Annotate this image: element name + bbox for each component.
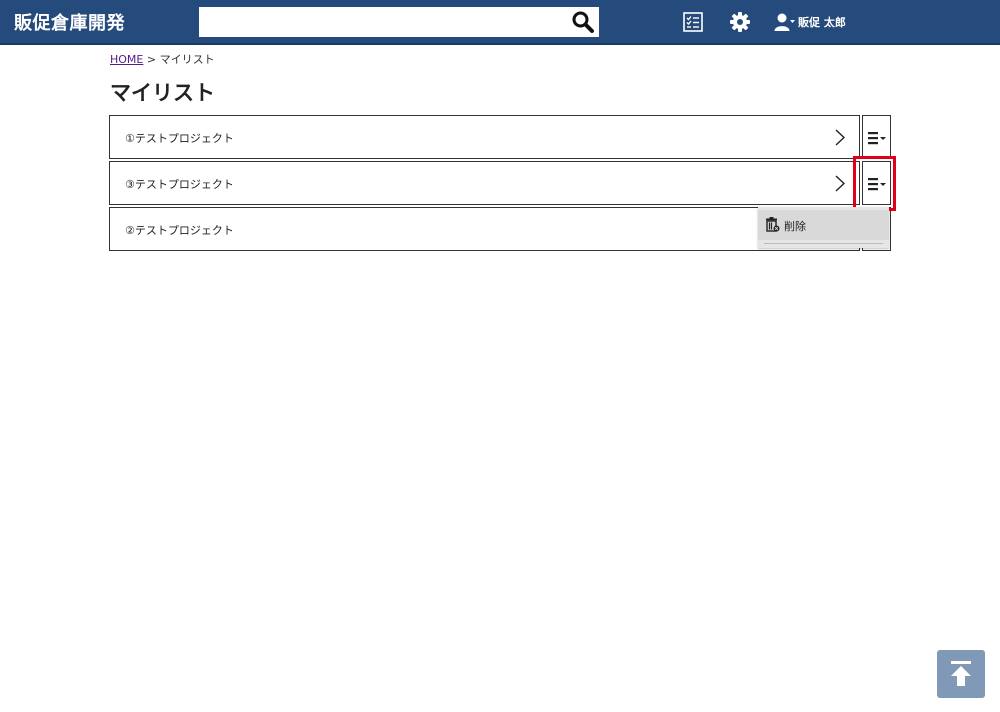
search-button[interactable] [571,10,595,34]
delete-menu-item[interactable]: 削除 [758,210,889,240]
trash-icon [766,217,780,232]
breadcrumb-current: マイリスト [159,53,215,66]
hamburger-menu-icon [868,178,886,191]
gear-icon [730,12,750,32]
breadcrumb: HOME > マイリスト [110,51,215,67]
row-menu-button[interactable] [862,115,891,159]
project-row[interactable]: ②テストプロジェクト [109,207,860,251]
search-icon [572,11,594,33]
user-icon [774,13,795,31]
breadcrumb-separator: > [146,53,157,66]
delete-label: 削除 [784,220,806,233]
arrow-up-to-top-icon [951,661,971,686]
settings-button[interactable] [729,11,751,33]
checklist-icon [683,12,703,32]
checklist-button[interactable] [683,12,703,32]
search-box [199,7,599,37]
hamburger-menu-icon [868,132,886,145]
back-to-top-button[interactable] [937,650,985,698]
app-title[interactable]: 販促倉庫開発 [14,9,125,35]
breadcrumb-home-link[interactable]: HOME [110,53,143,66]
project-name: ②テストプロジェクト [125,224,234,237]
project-name: ①テストプロジェクト [125,132,234,145]
user-menu[interactable]: 販促 太郎 [774,11,846,33]
chevron-right-icon [835,129,845,146]
project-name: ③テストプロジェクト [125,178,234,191]
row-menu-button[interactable] [862,161,891,205]
project-row[interactable]: ③テストプロジェクト [109,161,860,205]
user-name: 販促 太郎 [798,16,846,29]
search-input[interactable] [199,7,559,37]
chevron-right-icon [835,175,845,192]
page-title: マイリスト [110,81,215,105]
row-dropdown-menu: 削除 [758,207,889,248]
project-row[interactable]: ①テストプロジェクト [109,115,860,159]
dropdown-divider [764,243,883,244]
top-header: 販促倉庫開発 販促 太郎 [0,0,1000,45]
